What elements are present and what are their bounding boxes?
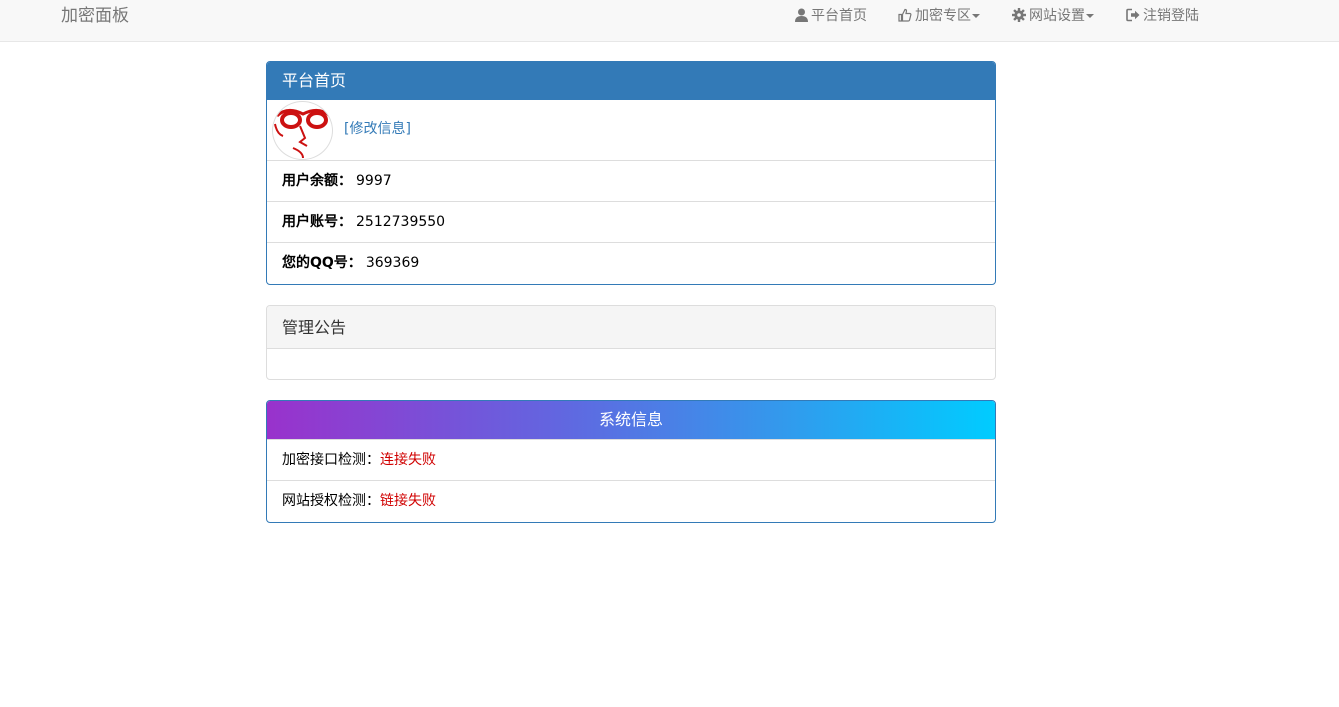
avatar-row: [修改信息] — [267, 100, 995, 160]
nav-home[interactable]: 平台首页 — [795, 6, 867, 26]
chevron-down-icon — [1086, 14, 1094, 18]
encrypt-api-row: 加密接口检测：连接失败 — [267, 439, 995, 480]
notice-panel: 管理公告 — [266, 305, 996, 380]
site-license-status: 链接失败 — [380, 493, 436, 509]
nav-encrypt-zone[interactable]: 加密专区 — [898, 6, 980, 26]
logout-icon — [1126, 8, 1140, 22]
account-row: 用户账号： 2512739550 — [267, 201, 995, 242]
balance-value: 9997 — [356, 173, 392, 189]
system-info-title: 系统信息 — [267, 401, 995, 439]
system-info-panel: 系统信息 加密接口检测：连接失败 网站授权检测：链接失败 — [266, 400, 996, 523]
account-value: 2512739550 — [356, 214, 446, 230]
nav-site-settings[interactable]: 网站设置 — [1012, 6, 1094, 26]
encrypt-api-label: 加密接口检测： — [282, 452, 380, 468]
chevron-down-icon — [972, 14, 980, 18]
qq-label: 您的QQ号： — [282, 255, 362, 271]
qq-value: 369369 — [365, 255, 420, 271]
balance-label: 用户余额： — [282, 173, 352, 189]
notice-panel-title: 管理公告 — [267, 306, 995, 349]
avatar — [272, 101, 333, 160]
thumbs-up-icon — [898, 8, 912, 22]
site-license-label: 网站授权检测： — [282, 493, 380, 509]
nav-home-label: 平台首页 — [811, 8, 867, 24]
account-label: 用户账号： — [282, 214, 352, 230]
navbar-brand[interactable]: 加密面板 — [61, 5, 129, 27]
nav-site-settings-label: 网站设置 — [1029, 8, 1085, 24]
home-panel: 平台首页 [修改信息] 用户余额： 9997 用户账号： 2512739550 您的… — [266, 61, 996, 285]
gear-icon — [1012, 8, 1026, 22]
notice-body — [267, 349, 995, 379]
site-license-row: 网站授权检测：链接失败 — [267, 480, 995, 521]
home-panel-title: 平台首页 — [267, 62, 995, 100]
qq-row: 您的QQ号： 369369 — [267, 242, 995, 283]
user-icon — [795, 8, 808, 22]
top-navbar: 加密面板 平台首页 加密专区 网站设置 注销登陆 — [0, 0, 1339, 42]
nav-encrypt-zone-label: 加密专区 — [915, 8, 971, 24]
avatar-face-icon — [274, 109, 332, 159]
balance-row: 用户余额： 9997 — [267, 160, 995, 201]
edit-info-link[interactable]: [修改信息] — [344, 110, 411, 148]
encrypt-api-status: 连接失败 — [380, 452, 436, 468]
nav-logout[interactable]: 注销登陆 — [1126, 6, 1199, 26]
nav-logout-label: 注销登陆 — [1143, 8, 1199, 24]
